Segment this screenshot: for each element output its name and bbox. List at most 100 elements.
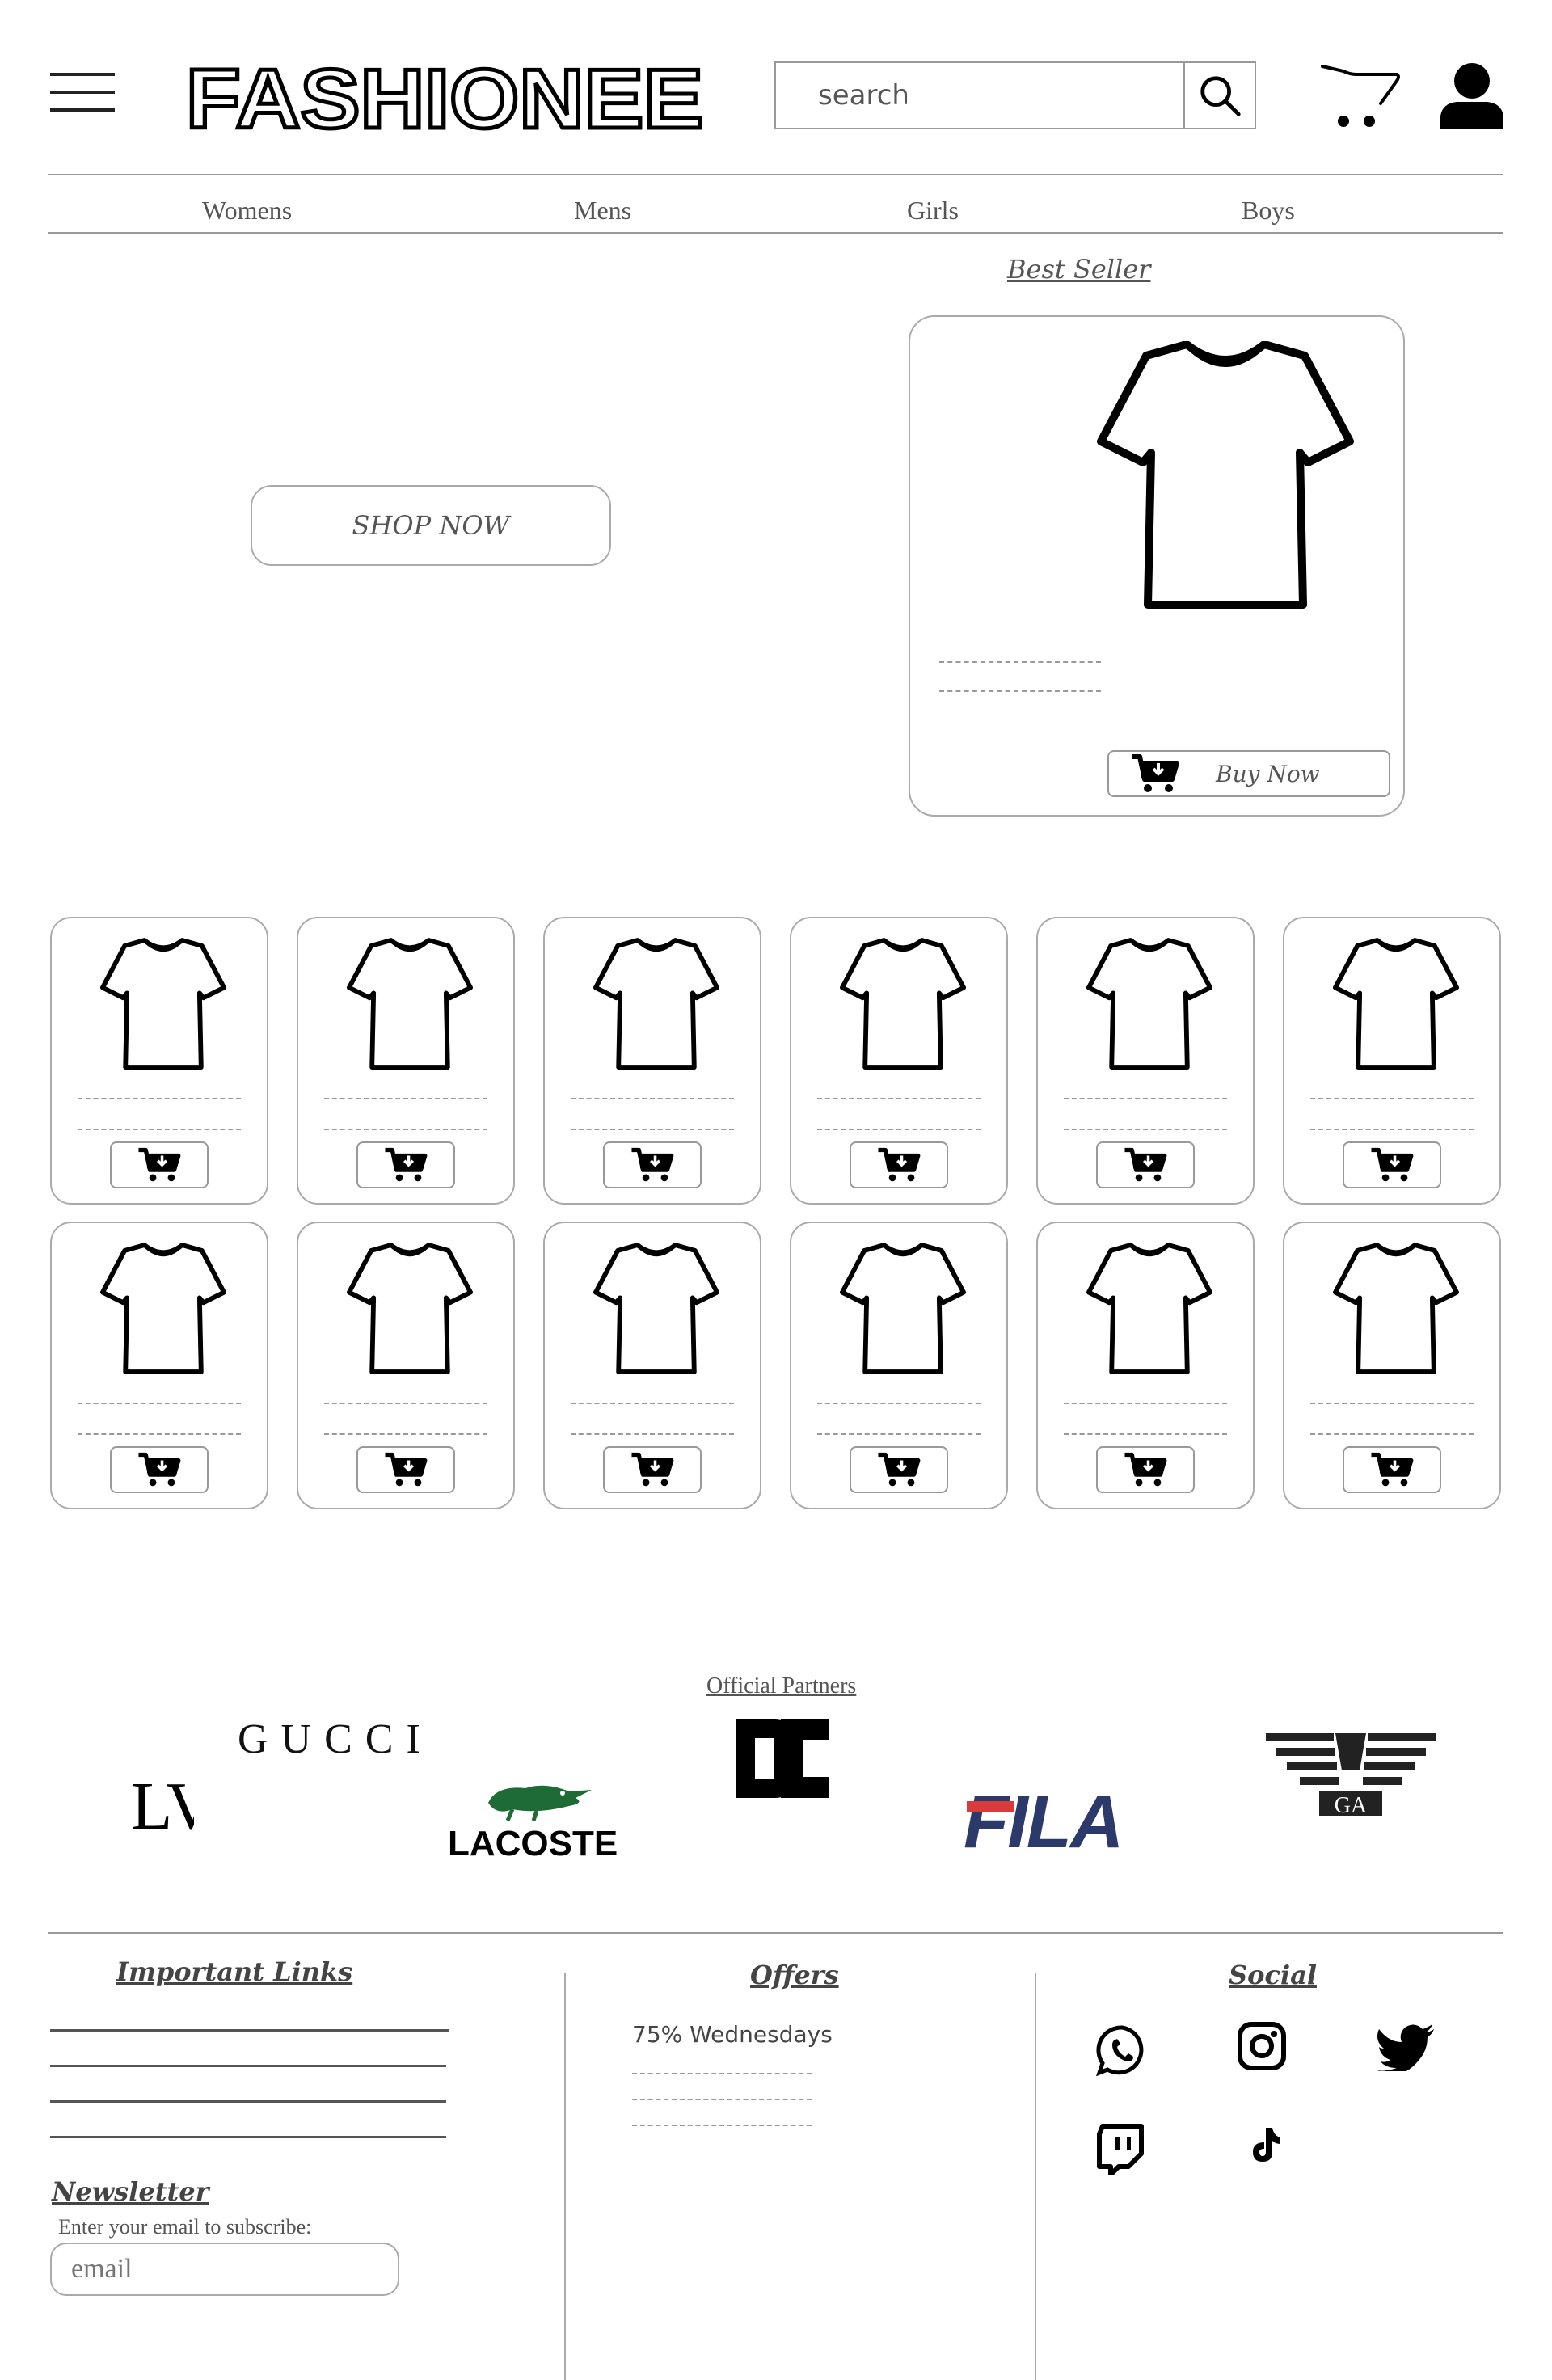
product-text-line bbox=[324, 1403, 487, 1404]
tshirt-image bbox=[1086, 1243, 1212, 1374]
whatsapp-icon[interactable] bbox=[1095, 2024, 1148, 2077]
offer-placeholder-line bbox=[632, 2125, 812, 2126]
nav-girls[interactable]: Girls bbox=[907, 196, 959, 226]
svg-text:FASHIONEE: FASHIONEE bbox=[186, 57, 703, 137]
armani-logo[interactable]: GA bbox=[1266, 1733, 1436, 1818]
product-card[interactable] bbox=[1283, 917, 1501, 1205]
menu-icon[interactable] bbox=[50, 73, 115, 112]
add-to-cart-button[interactable] bbox=[1096, 1141, 1195, 1188]
product-text-line bbox=[78, 1433, 241, 1435]
product-text-line bbox=[324, 1433, 487, 1435]
product-card[interactable] bbox=[297, 1222, 515, 1509]
fila-logo[interactable]: FILA bbox=[964, 1785, 1124, 1859]
best-seller-card[interactable]: Buy Now bbox=[909, 315, 1405, 817]
product-text-line bbox=[939, 661, 1101, 663]
product-card[interactable] bbox=[543, 917, 761, 1205]
product-card[interactable] bbox=[1036, 1222, 1255, 1509]
crocodile-icon bbox=[488, 1785, 592, 1821]
add-to-cart-button[interactable] bbox=[850, 1141, 948, 1188]
product-card[interactable] bbox=[1283, 1222, 1501, 1509]
svg-text:GA: GA bbox=[1335, 1793, 1368, 1816]
offer-placeholder-line bbox=[632, 2099, 812, 2100]
add-to-cart-icon bbox=[878, 1452, 921, 1487]
tshirt-image bbox=[1333, 1243, 1459, 1374]
tshirt-image bbox=[840, 938, 966, 1070]
dc-logo[interactable]: ✱ bbox=[732, 1715, 833, 1801]
product-text-line bbox=[571, 1433, 734, 1435]
newsletter-title: Newsletter bbox=[52, 2176, 209, 2207]
newsletter-email-input[interactable] bbox=[50, 2243, 399, 2296]
tshirt-image bbox=[1086, 938, 1212, 1070]
important-link[interactable] bbox=[50, 2029, 449, 2032]
product-text-line bbox=[1064, 1098, 1227, 1099]
tshirt-image bbox=[840, 1243, 966, 1374]
product-text-line bbox=[1310, 1129, 1474, 1130]
add-to-cart-icon bbox=[138, 1452, 181, 1487]
add-to-cart-button[interactable] bbox=[356, 1446, 455, 1493]
add-to-cart-icon bbox=[1371, 1147, 1414, 1182]
tshirt-image bbox=[593, 1243, 719, 1374]
product-text-line bbox=[939, 690, 1101, 692]
add-to-cart-icon bbox=[631, 1452, 674, 1487]
product-card[interactable] bbox=[790, 917, 1008, 1205]
product-card[interactable] bbox=[50, 917, 268, 1205]
lacoste-logo[interactable]: LACOSTE bbox=[448, 1779, 618, 1863]
nav-mens[interactable]: Mens bbox=[574, 196, 631, 226]
tshirt-image bbox=[347, 1243, 473, 1374]
important-link[interactable] bbox=[50, 2136, 446, 2138]
add-to-cart-button[interactable] bbox=[1343, 1446, 1441, 1493]
search-button[interactable] bbox=[1183, 63, 1255, 128]
add-to-cart-button[interactable] bbox=[850, 1446, 948, 1493]
add-to-cart-button[interactable] bbox=[603, 1141, 702, 1188]
product-text-line bbox=[78, 1098, 241, 1099]
add-to-cart-button[interactable] bbox=[110, 1141, 209, 1188]
tshirt-image bbox=[1333, 938, 1459, 1070]
product-text-line bbox=[817, 1433, 981, 1435]
product-card[interactable] bbox=[50, 1222, 268, 1509]
search-bar[interactable] bbox=[774, 61, 1256, 129]
social-title: Social bbox=[1229, 1960, 1317, 1990]
user-icon[interactable] bbox=[1437, 61, 1507, 129]
add-to-cart-button[interactable] bbox=[110, 1446, 209, 1493]
tshirt-image bbox=[100, 1243, 226, 1374]
add-to-cart-button[interactable] bbox=[356, 1141, 455, 1188]
product-card[interactable] bbox=[297, 917, 515, 1205]
fashionee-logo[interactable]: FASHIONEE bbox=[184, 51, 711, 149]
offer-item[interactable]: 75% Wednesdays bbox=[632, 2021, 833, 2048]
nav-womens[interactable]: Womens bbox=[202, 196, 292, 226]
product-card[interactable] bbox=[543, 1222, 761, 1509]
twitter-icon[interactable] bbox=[1376, 2023, 1436, 2074]
svg-text:✱: ✱ bbox=[812, 1745, 832, 1774]
product-card[interactable] bbox=[1036, 917, 1255, 1205]
twitch-icon[interactable] bbox=[1096, 2123, 1145, 2177]
product-text-line bbox=[817, 1098, 981, 1099]
best-seller-label: Best Seller bbox=[1007, 254, 1151, 285]
buy-now-button[interactable]: Buy Now bbox=[1107, 750, 1390, 797]
add-to-cart-button[interactable] bbox=[603, 1446, 702, 1493]
fila-accent bbox=[967, 1801, 1014, 1812]
instagram-icon[interactable] bbox=[1237, 2021, 1287, 2071]
search-icon bbox=[1200, 76, 1241, 116]
offer-placeholder-line bbox=[632, 2073, 812, 2074]
gucci-logo[interactable]: GUCCI bbox=[238, 1715, 433, 1763]
product-text-line bbox=[324, 1098, 487, 1099]
nav-boys[interactable]: Boys bbox=[1242, 196, 1295, 226]
important-link[interactable] bbox=[50, 2100, 446, 2103]
tiktok-icon[interactable] bbox=[1250, 2126, 1282, 2163]
cart-icon[interactable] bbox=[1316, 61, 1405, 129]
tshirt-image bbox=[1097, 341, 1354, 609]
footer-column-divider bbox=[1035, 1973, 1036, 2380]
buy-now-label: Buy Now bbox=[1216, 760, 1320, 787]
product-text-line bbox=[1310, 1403, 1474, 1404]
search-input[interactable] bbox=[776, 63, 1190, 128]
add-to-cart-button[interactable] bbox=[1096, 1446, 1195, 1493]
important-link[interactable] bbox=[50, 2065, 446, 2067]
add-to-cart-icon bbox=[1124, 1147, 1167, 1182]
product-card[interactable] bbox=[790, 1222, 1008, 1509]
product-text-line bbox=[1310, 1098, 1474, 1099]
add-to-cart-button[interactable] bbox=[1343, 1141, 1441, 1188]
shop-now-button[interactable]: SHOP NOW bbox=[251, 485, 611, 566]
product-text-line bbox=[1064, 1433, 1227, 1435]
lv-logo[interactable]: LV bbox=[129, 1767, 215, 1844]
svg-text:LV: LV bbox=[131, 1769, 194, 1835]
